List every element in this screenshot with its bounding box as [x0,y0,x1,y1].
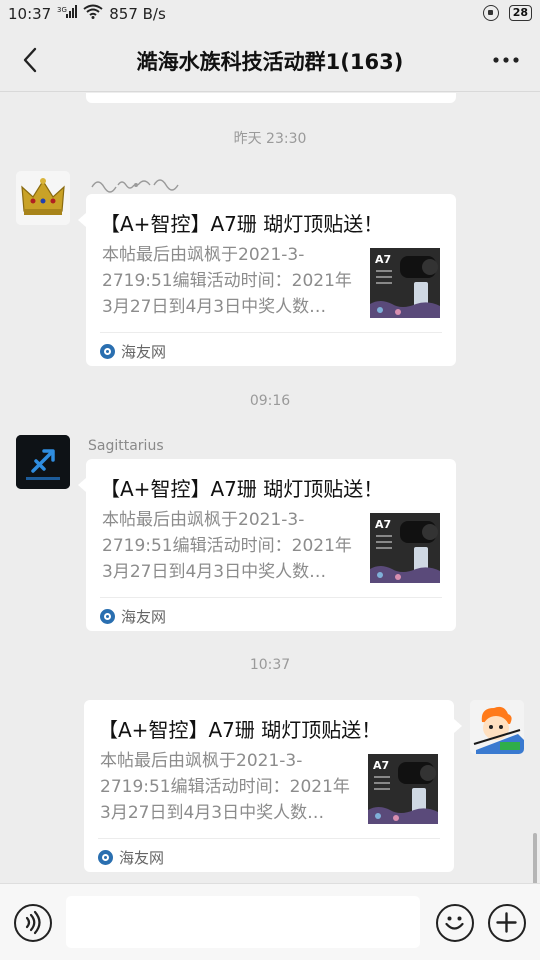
chat-title: 澔海水族科技活动群1(163) [136,50,404,74]
status-bar: 10:37 3G 857 B/s 28 [0,0,540,30]
bubble-tail [78,213,86,227]
thumb-label: A7 [373,759,389,772]
more-button[interactable] [486,42,526,78]
status-time: 10:37 [8,4,52,23]
time-separator: 昨天 23:30 [233,131,307,147]
card-divider [98,838,440,839]
voice-icon [25,910,41,935]
message-input[interactable] [66,896,420,948]
plus-button[interactable] [488,904,526,942]
card-source: 海友网 [100,606,166,627]
bubble-tail [78,478,86,492]
card-divider [100,597,442,598]
sender-name: Sagittarius [88,438,164,454]
battery-indicator: 28 [508,5,532,21]
card-title: 【A+智控】A7珊 瑚灯顶贴送！ [100,477,384,501]
previous-message-card[interactable] [86,93,456,103]
network-type: 3G [57,6,67,14]
card-description: 本帖最后由飒枫于2021-3-2719:51编辑活动时间：2021年3月27日到… [102,245,352,317]
card-title: 【A+智控】A7珊 瑚灯顶贴送！ [98,718,382,742]
card-title: 【A+智控】A7珊 瑚灯顶贴送！ [100,212,384,236]
plus-icon [496,912,517,933]
card-description: 本帖最后由飒枫于2021-3-2719:51编辑活动时间：2021年3月27日到… [102,510,352,582]
chat-area[interactable]: 昨天 23:30 【A+智控】A7珊 瑚灯顶贴送！ 本帖最后由飒枫于2021-3… [0,93,540,883]
chat-scrollbar[interactable] [533,833,537,883]
link-card[interactable]: 【A+智控】A7珊 瑚灯顶贴送！ 本帖最后由飒枫于2021-3-2719:51编… [84,700,454,872]
card-thumbnail: A7 [370,513,440,583]
source-label: 海友网 [121,343,167,361]
emoji-icon [445,916,464,930]
source-label: 海友网 [119,849,165,867]
voice-button[interactable] [14,904,52,942]
card-thumbnail: A7 [370,248,440,318]
card-source: 海友网 [98,847,164,868]
link-card[interactable]: 【A+智控】A7珊 瑚灯顶贴送！ 本帖最后由飒枫于2021-3-2719:51编… [86,194,456,366]
cartoon-avatar-image [470,700,524,754]
card-thumbnail: A7 [368,754,438,824]
crown-avatar-image [16,171,70,225]
card-source: 海友网 [100,341,166,362]
signal-icon: 3G [57,4,78,23]
bubble-tail [454,719,462,733]
network-speed: 857 B/s [109,4,166,23]
wifi-icon [83,4,103,23]
chat-header: 澔海水族科技活动群1(163) [0,30,540,92]
sagittarius-avatar-image [16,435,70,489]
time-separator: 09:16 [249,393,291,409]
thumb-label: A7 [375,518,391,531]
input-bar [0,883,540,960]
source-icon [100,609,115,624]
thumb-label: A7 [375,253,391,266]
time-separator: 10:37 [249,657,291,673]
card-description: 本帖最后由飒枫于2021-3-2719:51编辑活动时间：2021年3月27日到… [100,751,350,823]
avatar[interactable] [16,171,70,225]
more-icon [493,57,519,63]
status-right: 28 [482,5,532,21]
avatar[interactable] [16,435,70,489]
card-divider [100,332,442,333]
link-card[interactable]: 【A+智控】A7珊 瑚灯顶贴送！ 本帖最后由飒枫于2021-3-2719:51编… [86,459,456,631]
source-label: 海友网 [121,608,167,626]
avatar[interactable] [470,700,524,754]
emoji-button[interactable] [436,904,474,942]
alarm-icon [482,5,499,21]
source-icon [98,850,113,865]
source-icon [100,344,115,359]
status-left: 10:37 3G 857 B/s [8,4,166,23]
